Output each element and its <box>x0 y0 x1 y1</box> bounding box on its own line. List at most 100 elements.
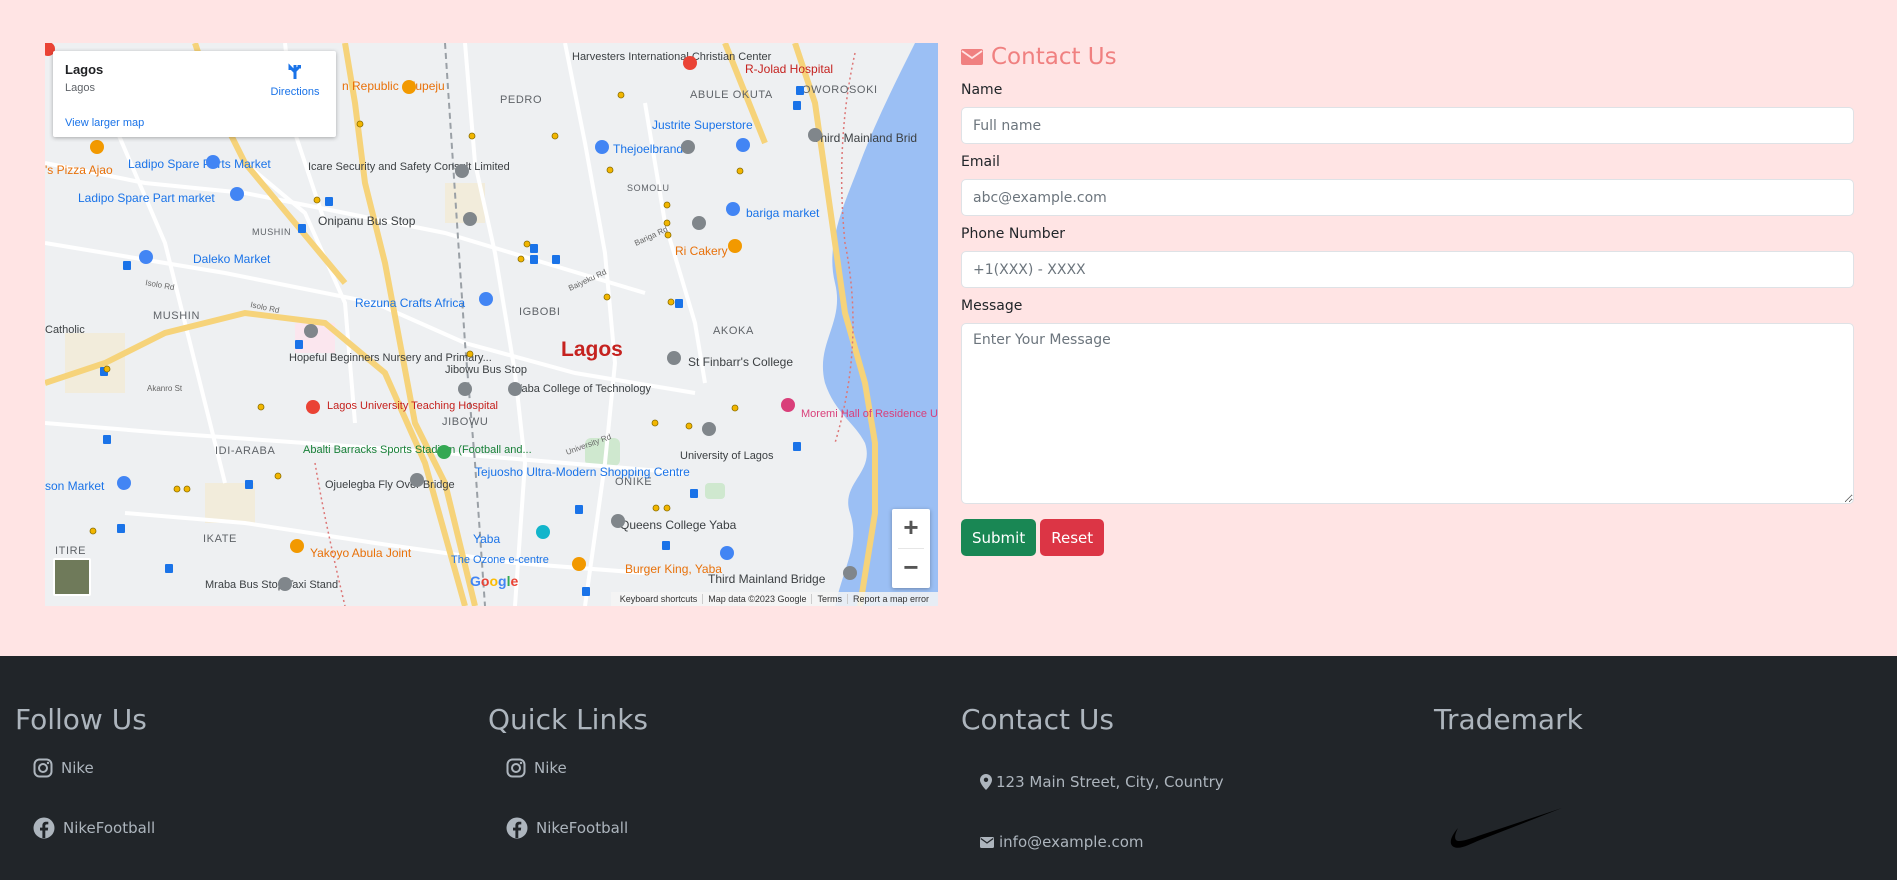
road-label: Akanro St <box>147 384 183 393</box>
footer-link-nike[interactable]: Nike <box>33 758 155 778</box>
place-marker-icon <box>681 140 695 154</box>
poi-label: R-Jolad Hospital <box>745 62 833 76</box>
google-map[interactable]: PEDRO ABULE OKUTA OWOROSOKI SOMOLU MUSHI… <box>45 43 938 606</box>
poi-label: Onipanu Bus Stop <box>318 214 416 228</box>
place-title: Lagos <box>65 62 104 77</box>
envelope-icon <box>961 48 983 65</box>
footer-heading: Quick Links <box>488 703 649 736</box>
transit-marker-icon <box>843 566 857 580</box>
footer-email-text: info@example.com <box>999 833 1144 851</box>
park-area <box>705 483 725 499</box>
restaurant-marker-icon <box>402 80 416 94</box>
hotel-marker-icon <box>781 398 795 412</box>
footer-heading: Follow Us <box>15 703 147 736</box>
poi-label: son Market <box>45 479 105 493</box>
phone-input[interactable] <box>961 251 1854 288</box>
contact-section: PEDRO ABULE OKUTA OWOROSOKI SOMOLU MUSHI… <box>0 0 1897 656</box>
name-input[interactable] <box>961 107 1854 144</box>
shopping-marker-icon <box>206 155 220 169</box>
poi-label: Ladipo Spare Parts Market <box>128 157 271 171</box>
shopping-marker-icon <box>736 138 750 152</box>
poi-label: The Ozone e-centre <box>451 554 549 566</box>
message-label: Message <box>961 298 1023 314</box>
directions-button[interactable]: Directions <box>270 61 320 98</box>
zoom-controls: + − <box>892 509 930 588</box>
footer-link-label: NikeFootball <box>536 819 629 837</box>
zoom-in-button[interactable]: + <box>892 509 930 548</box>
hospital-marker-icon <box>683 56 697 70</box>
view-larger-map-link[interactable]: View larger map <box>65 117 144 129</box>
footer-email[interactable]: info@example.com <box>980 833 1224 851</box>
nike-swoosh-logo <box>1450 808 1562 848</box>
place-marker-icon <box>410 473 424 487</box>
poi-label: St Finbarr's College <box>688 355 793 369</box>
school-marker-icon <box>702 422 716 436</box>
poi-label: Rezuna Crafts Africa <box>355 296 465 310</box>
terms-link[interactable]: Terms <box>812 594 848 604</box>
poi-label: Justrite Superstore <box>652 118 753 132</box>
poi-label: 's Pizza Ajao <box>45 163 113 177</box>
shopping-marker-icon <box>230 187 244 201</box>
footer-link-nike[interactable]: Nike <box>506 758 648 778</box>
footer-quick-links-column: Quick Links Nike NikeFootball <box>488 702 648 839</box>
poi-label: Moremi Hall of Residence UNILAG... <box>801 408 938 420</box>
area-label: SOMOLU <box>627 183 670 193</box>
area-label: AKOKA <box>713 325 754 337</box>
area-label: OWOROSOKI <box>802 84 878 96</box>
poi-label: Ladipo Spare Part market <box>78 191 215 205</box>
keyboard-shortcuts-link[interactable]: Keyboard shortcuts <box>615 594 704 604</box>
name-label: Name <box>961 82 1003 98</box>
area-label: ITIRE <box>55 545 86 557</box>
area-label: MUSHIN <box>252 227 291 237</box>
footer-address-text: 123 Main Street, City, Country <box>996 773 1224 791</box>
place-subtitle: Lagos <box>65 82 95 94</box>
area-label: IDI-ARABA <box>215 445 275 457</box>
area-label: ABULE OKUTA <box>690 89 773 101</box>
city-label: Lagos <box>561 338 623 361</box>
footer-address: 123 Main Street, City, Country <box>980 773 1224 791</box>
poi-label: Jibowu Bus Stop <box>445 364 527 376</box>
facebook-icon <box>33 817 55 839</box>
message-textarea[interactable] <box>961 323 1854 504</box>
place-info-card: Lagos Lagos Directions View larger map <box>53 51 336 137</box>
reset-button[interactable]: Reset <box>1040 519 1105 556</box>
submit-button[interactable]: Submit <box>961 519 1037 556</box>
footer-heading: Trademark <box>1434 703 1583 736</box>
shopping-marker-icon <box>117 476 131 490</box>
shopping-marker-icon <box>726 202 740 216</box>
poi-label: Third Mainland Brid <box>813 131 917 145</box>
poi-label: Third Mainland Bridge <box>708 572 826 586</box>
email-input[interactable] <box>961 179 1854 216</box>
directions-icon <box>288 63 302 79</box>
form-title: Contact Us <box>991 43 1117 70</box>
form-heading: Contact Us <box>961 43 1854 70</box>
satellite-toggle[interactable] <box>53 558 91 596</box>
area-label: PEDRO <box>500 94 542 106</box>
instagram-icon <box>506 758 526 778</box>
footer-link-nikefootball[interactable]: NikeFootball <box>33 817 155 839</box>
footer-follow-column: Follow Us Nike NikeFootball <box>15 702 155 839</box>
place-marker-icon <box>536 525 550 539</box>
footer-link-nikefootball[interactable]: NikeFootball <box>506 817 648 839</box>
poi-label: Queens College Yaba <box>620 518 737 532</box>
poi-label: Hopeful Beginners Nursery and Primary... <box>289 352 492 364</box>
directions-label: Directions <box>270 86 320 98</box>
transit-marker-icon <box>808 128 822 142</box>
poi-label: Lagos University Teaching Hospital <box>327 400 498 412</box>
footer-link-label: Nike <box>534 759 567 777</box>
zoom-out-button[interactable]: − <box>892 549 930 588</box>
restaurant-marker-icon <box>290 539 304 553</box>
poi-label: Mraba Bus Stop Taxi Stand <box>205 579 338 591</box>
poi-label: Yaba College of Technology <box>515 383 651 395</box>
restaurant-marker-icon <box>90 140 104 154</box>
restaurant-marker-icon <box>728 239 742 253</box>
form-buttons: Submit Reset <box>961 519 1854 556</box>
area-label: IGBOBI <box>519 306 561 318</box>
poi-label: Burger King, Yaba <box>625 562 722 576</box>
footer-contact-column: Contact Us 123 Main Street, City, Countr… <box>961 702 1224 851</box>
place-marker-icon <box>458 382 472 396</box>
map-attribution: Keyboard shortcuts Map data ©2023 Google… <box>610 592 938 606</box>
stadium-marker-icon <box>437 445 451 459</box>
report-map-error-link[interactable]: Report a map error <box>848 594 934 604</box>
footer: Follow Us Nike NikeFootball Quick Links <box>0 656 1897 880</box>
